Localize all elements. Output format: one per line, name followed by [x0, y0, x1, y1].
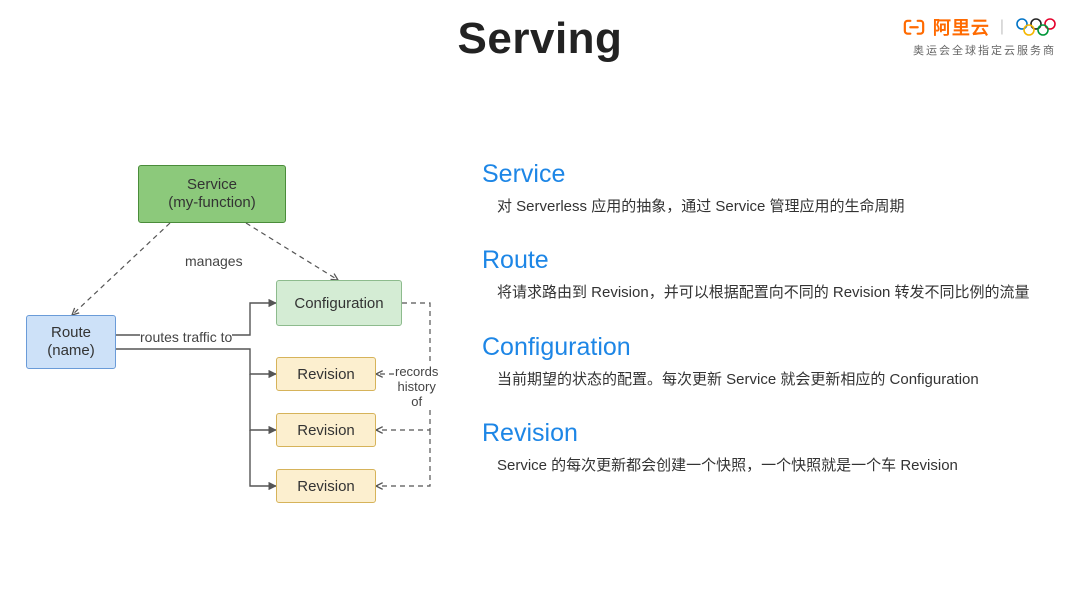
serving-architecture-diagram: Service (my-function) Route (name) Confi… — [10, 165, 460, 535]
brand-logo: 阿里云 | — [903, 14, 1058, 40]
node-line: (name) — [47, 342, 95, 360]
edge-label-records: recordshistoryof — [395, 365, 438, 410]
diagram-node-route: Route (name) — [26, 315, 116, 369]
node-line: (my-function) — [168, 194, 256, 212]
section-revision: Revision Service 的每次更新都会创建一个快照，一个快照就是一个车… — [482, 419, 1062, 477]
diagram-node-revision: Revision — [276, 413, 376, 447]
node-line: Service — [187, 176, 237, 194]
section-body: 对 Serverless 应用的抽象，通过 Service 管理应用的生命周期 — [482, 195, 1062, 218]
section-heading: Revision — [482, 419, 1062, 448]
aliyun-bracket-icon — [903, 18, 925, 36]
definitions-column: Service 对 Serverless 应用的抽象，通过 Service 管理… — [482, 160, 1062, 505]
section-body: Service 的每次更新都会创建一个快照，一个快照就是一个车 Revision — [482, 454, 1062, 477]
section-body: 当前期望的状态的配置。每次更新 Service 就会更新相应的 Configur… — [482, 368, 1062, 391]
edge-label-routes: routes traffic to — [140, 329, 232, 345]
diagram-node-configuration: Configuration — [276, 280, 402, 326]
section-heading: Configuration — [482, 333, 1062, 362]
edge-label-manages: manages — [185, 253, 243, 269]
diagram-node-revision: Revision — [276, 357, 376, 391]
section-configuration: Configuration 当前期望的状态的配置。每次更新 Service 就会… — [482, 333, 1062, 391]
diagram-node-service: Service (my-function) — [138, 165, 286, 223]
section-body: 将请求路由到 Revision，并可以根据配置向不同的 Revision 转发不… — [482, 281, 1062, 304]
olympic-rings-icon — [1014, 17, 1058, 37]
section-heading: Service — [482, 160, 1062, 189]
section-service: Service 对 Serverless 应用的抽象，通过 Service 管理… — [482, 160, 1062, 218]
brand-tagline: 奥运会全球指定云服务商 — [913, 42, 1056, 58]
brand-separator: | — [1000, 18, 1004, 36]
section-heading: Route — [482, 246, 1062, 275]
section-route: Route 将请求路由到 Revision，并可以根据配置向不同的 Revisi… — [482, 246, 1062, 304]
diagram-node-revision: Revision — [276, 469, 376, 503]
brand-name: 阿里云 — [933, 14, 990, 40]
node-line: Route — [51, 324, 91, 342]
